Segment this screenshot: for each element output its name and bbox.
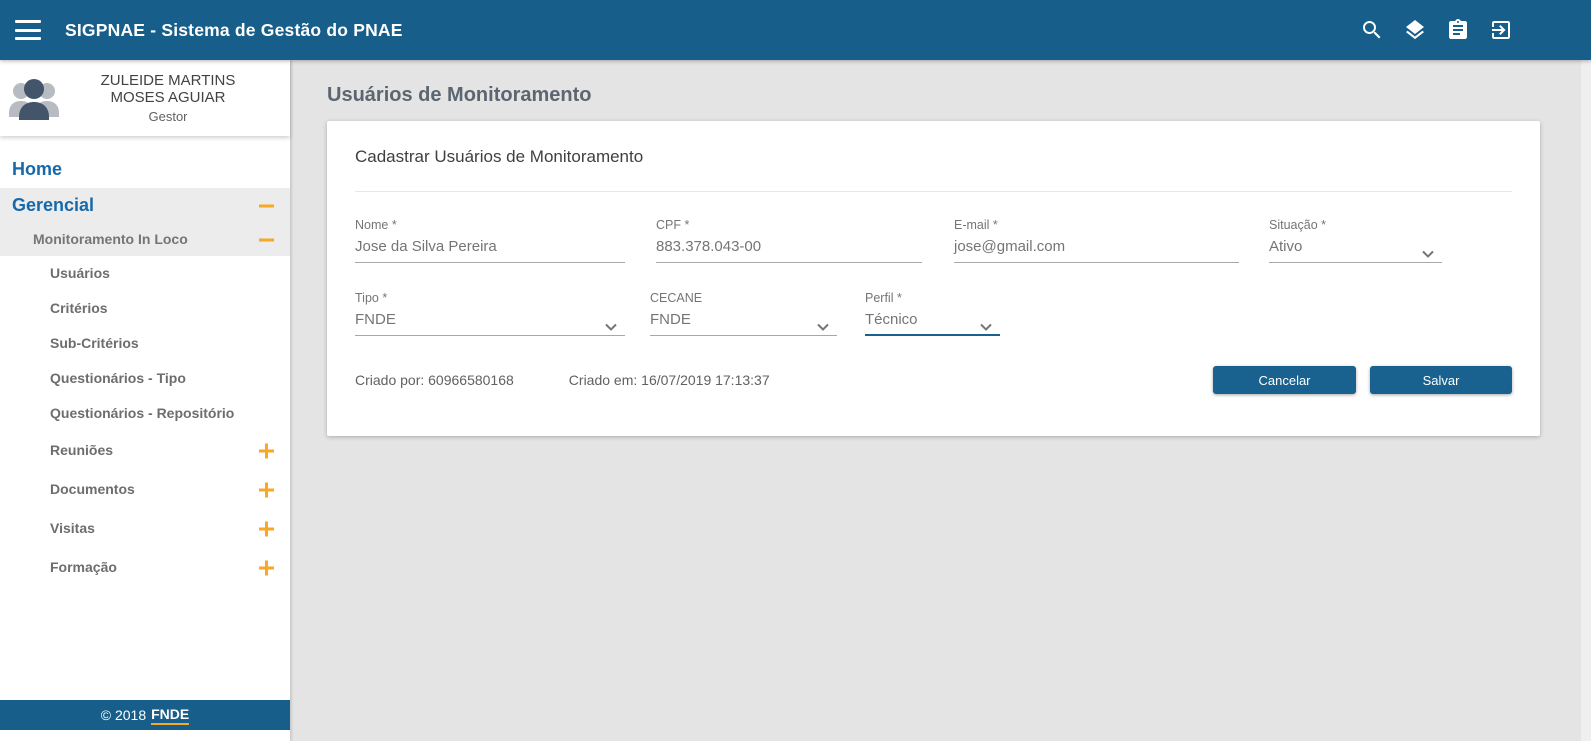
sidebar-item-documentos[interactable]: Documentos <box>0 470 290 509</box>
tipo-select[interactable]: Tipo * FNDE <box>355 291 625 336</box>
nome-label: Nome * <box>355 218 625 232</box>
sidebar-item-visitas[interactable]: Visitas <box>0 509 290 548</box>
chevron-down-icon[interactable] <box>980 318 992 326</box>
expand-icon[interactable] <box>259 443 274 458</box>
expand-icon[interactable] <box>259 560 274 575</box>
user-role: Gestor <box>60 109 276 124</box>
profile-text: ZULEIDE MARTINS MOSES AGUIAR Gestor <box>60 72 290 124</box>
sidebar-item-questionarios-repositorio[interactable]: Questionários - Repositório <box>0 396 290 431</box>
sidebar-item-label: Monitoramento In Loco <box>33 231 188 247</box>
chevron-down-icon[interactable] <box>605 318 617 326</box>
sidebar-item-monitoramento-in-loco[interactable]: Monitoramento In Loco <box>0 223 290 256</box>
collapse-icon[interactable] <box>259 232 274 247</box>
fnde-link[interactable]: FNDE <box>151 706 189 725</box>
sidebar-item-sub-criterios[interactable]: Sub-Critérios <box>0 326 290 361</box>
card-title: Cadastrar Usuários de Monitoramento <box>355 147 1512 167</box>
cpf-field[interactable]: CPF * 883.378.043-00 <box>656 218 922 263</box>
form-row-1: Nome * Jose da Silva Pereira CPF * 883.3… <box>355 218 1512 263</box>
user-name-line2: MOSES AGUIAR <box>60 89 276 106</box>
situacao-label: Situação * <box>1269 218 1442 232</box>
form-row-2: Tipo * FNDE CECANE FNDE Perfil * Técnico <box>355 291 1512 336</box>
sidebar-item-label: Documentos <box>50 481 135 497</box>
tipo-value[interactable]: FNDE <box>355 311 625 336</box>
save-button[interactable]: Salvar <box>1370 366 1512 394</box>
sidebar-item-label: Reuniões <box>50 442 113 458</box>
scrollbar-track[interactable] <box>1581 60 1591 741</box>
layers-icon[interactable] <box>1403 18 1427 42</box>
tipo-label: Tipo * <box>355 291 625 305</box>
cancel-button[interactable]: Cancelar <box>1213 366 1356 394</box>
expand-icon[interactable] <box>259 521 274 536</box>
sidebar-item-criterios[interactable]: Critérios <box>0 291 290 326</box>
assignment-icon[interactable] <box>1446 18 1470 42</box>
perfil-label: Perfil * <box>865 291 1000 305</box>
sidebar-item-label: Gerencial <box>12 195 94 215</box>
user-name-line1: ZULEIDE MARTINS <box>60 72 276 89</box>
topbar: SIGPNAE - Sistema de Gestão do PNAE <box>0 0 1591 60</box>
card-bottom-row: Criado por: 60966580168 Criado em: 16/07… <box>355 366 1512 394</box>
logout-icon[interactable] <box>1489 18 1513 42</box>
app-title: SIGPNAE - Sistema de Gestão do PNAE <box>65 20 403 41</box>
menu-icon[interactable] <box>15 20 41 40</box>
cecane-label: CECANE <box>650 291 837 305</box>
email-input[interactable]: jose@gmail.com <box>954 238 1239 263</box>
email-label: E-mail * <box>954 218 1239 232</box>
sidebar-group-gerencial: Gerencial Monitoramento In Loco <box>0 188 290 256</box>
record-meta: Criado por: 60966580168 Criado em: 16/07… <box>355 372 770 388</box>
situacao-select[interactable]: Situação * Ativo <box>1269 218 1442 263</box>
email-field[interactable]: E-mail * jose@gmail.com <box>954 218 1239 263</box>
nome-field[interactable]: Nome * Jose da Silva Pereira <box>355 218 625 263</box>
cpf-label: CPF * <box>656 218 922 232</box>
user-group-avatar-icon <box>8 75 60 121</box>
chevron-down-icon[interactable] <box>1422 245 1434 253</box>
sidebar: ZULEIDE MARTINS MOSES AGUIAR Gestor Home… <box>0 60 290 741</box>
sidebar-item-usuarios[interactable]: Usuários <box>0 256 290 291</box>
sidebar-item-home[interactable]: Home <box>0 150 290 188</box>
sidebar-item-label: Visitas <box>50 520 95 536</box>
cecane-value[interactable]: FNDE <box>650 311 837 336</box>
cpf-input[interactable]: 883.378.043-00 <box>656 238 922 263</box>
user-profile: ZULEIDE MARTINS MOSES AGUIAR Gestor <box>0 60 290 136</box>
sidebar-item-reunioes[interactable]: Reuniões <box>0 431 290 470</box>
action-buttons: Cancelar Salvar <box>1213 366 1512 394</box>
sidebar-item-label: Formação <box>50 559 117 575</box>
created-by-text: Criado por: 60966580168 <box>355 372 514 388</box>
sidebar-footer: © 2018 FNDE <box>0 700 290 730</box>
sidebar-menu: Home Gerencial Monitoramento In Loco Usu… <box>0 136 290 587</box>
chevron-down-icon[interactable] <box>817 318 829 326</box>
created-at-text: Criado em: 16/07/2019 17:13:37 <box>569 372 770 388</box>
collapse-icon[interactable] <box>259 198 274 213</box>
sidebar-item-questionarios-tipo[interactable]: Questionários - Tipo <box>0 361 290 396</box>
cecane-select[interactable]: CECANE FNDE <box>650 291 837 336</box>
topbar-icons <box>1360 18 1513 42</box>
expand-icon[interactable] <box>259 482 274 497</box>
copyright-text: © 2018 <box>101 707 146 723</box>
nome-input[interactable]: Jose da Silva Pereira <box>355 238 625 263</box>
page-title: Usuários de Monitoramento <box>327 84 1591 107</box>
sidebar-item-formacao[interactable]: Formação <box>0 548 290 587</box>
search-icon[interactable] <box>1360 18 1384 42</box>
sidebar-item-gerencial[interactable]: Gerencial <box>0 188 290 223</box>
perfil-select[interactable]: Perfil * Técnico <box>865 291 1000 336</box>
register-user-card: Cadastrar Usuários de Monitoramento Nome… <box>327 121 1540 436</box>
situacao-value[interactable]: Ativo <box>1269 238 1442 263</box>
divider <box>355 191 1512 192</box>
main-content: Usuários de Monitoramento Cadastrar Usuá… <box>290 60 1591 741</box>
